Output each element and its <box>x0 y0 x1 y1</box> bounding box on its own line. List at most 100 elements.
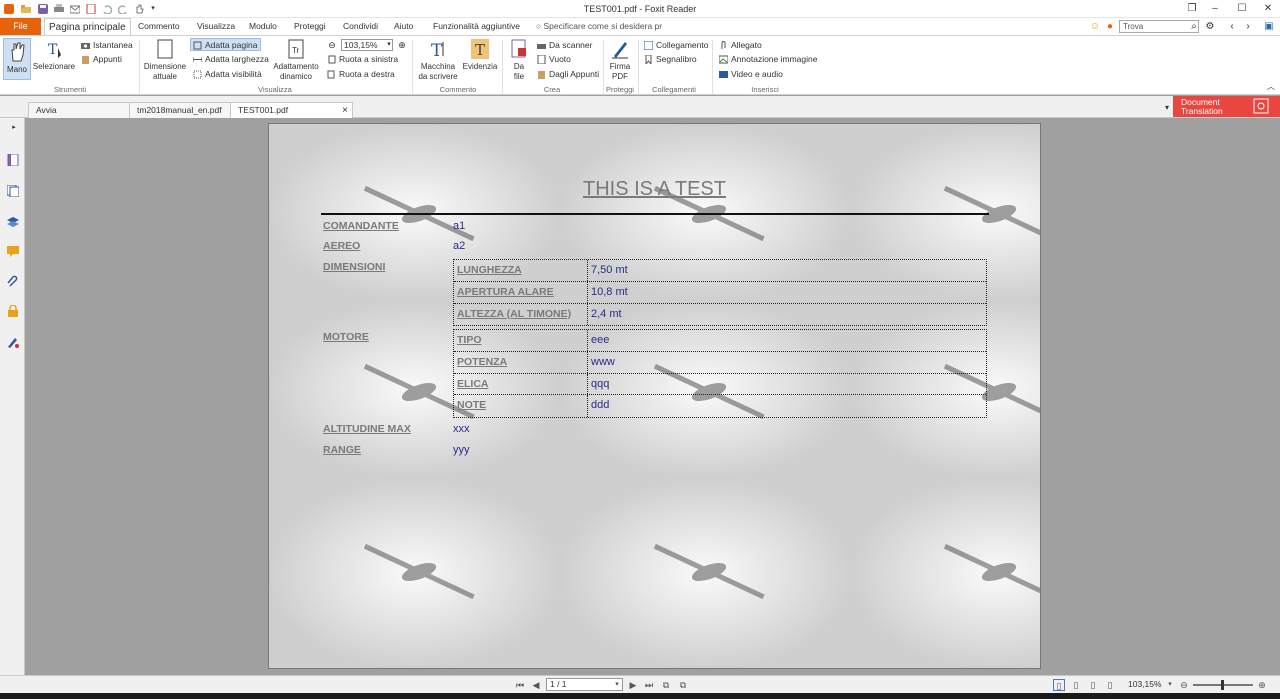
tab-aiuto[interactable]: Aiuto <box>390 18 417 35</box>
adatta-visibilita-button[interactable]: Adatta visibilità <box>193 68 262 81</box>
tab-avvia[interactable]: Avvia <box>28 102 130 118</box>
close-tab-icon[interactable]: × <box>342 103 348 118</box>
maximize-icon[interactable]: ☐ <box>1235 2 1249 16</box>
status-zoom-out-icon[interactable]: ⊖ <box>1178 679 1190 691</box>
tab-proteggi[interactable]: Proteggi <box>290 18 330 35</box>
redo-icon[interactable] <box>118 4 128 14</box>
tab-pagina-principale[interactable]: Pagina principale <box>44 18 131 36</box>
zoom-in-icon[interactable]: ⊕ <box>395 38 409 52</box>
allegato-label: Allegato <box>731 40 762 50</box>
macchina-da-scrivere-button[interactable]: T Macchina da scrivere <box>416 38 460 82</box>
zoom-out-icon[interactable]: ⊖ <box>325 38 339 52</box>
tab-modulo[interactable]: Modulo <box>245 18 281 35</box>
ruota-sinistra-button[interactable]: Ruota a sinistra <box>327 53 398 66</box>
motore-table: TIPO eee POTENZA www ELICA qqq NOTE ddd <box>453 329 987 419</box>
tab-condividi[interactable]: Condividi <box>339 18 382 35</box>
annotazione-immagine-button[interactable]: Annotazione immagine <box>719 53 817 66</box>
expand-panel-icon[interactable]: ▸ <box>7 121 21 135</box>
ruota-destra-label: Ruota a destra <box>339 69 395 79</box>
tell-me-box[interactable]: ○ Specificare come si desidera pr <box>536 20 662 33</box>
comments-panel-icon[interactable] <box>7 245 19 257</box>
selezionare-button[interactable]: T Selezionare <box>32 38 76 72</box>
da-scanner-button[interactable]: Da scanner <box>537 39 592 52</box>
previous-view-icon[interactable]: ⧉ <box>660 679 672 691</box>
file-menu[interactable]: File <box>0 18 41 35</box>
next-view-icon[interactable]: ⧉ <box>677 679 689 691</box>
appunti-button[interactable]: Appunti <box>81 53 122 66</box>
video-audio-button[interactable]: Video e audio <box>719 68 783 81</box>
first-page-icon[interactable]: ⏮ <box>514 679 526 691</box>
back-icon[interactable]: ‹ <box>1225 20 1239 34</box>
cell-lunghezza-label: LUNGHEZZA <box>454 260 588 281</box>
ribbon: Mano T Selezionare Istantanea Appunti St… <box>0 35 1280 95</box>
dimensione-attuale-button[interactable]: Dimensione attuale <box>143 38 187 82</box>
allegato-button[interactable]: Allegato <box>719 39 762 52</box>
page-dropdown-icon[interactable]: ▾ <box>611 679 623 691</box>
tab-tm2018manual[interactable]: tm2018manual_en.pdf <box>129 102 231 118</box>
save-icon[interactable] <box>38 4 48 14</box>
tab-test001[interactable]: TEST001.pdf × <box>230 102 353 118</box>
gear-icon[interactable]: ⚙ <box>1203 20 1217 34</box>
last-page-icon[interactable]: ⏭ <box>643 679 655 691</box>
hand-tool-icon[interactable] <box>134 4 144 14</box>
collapse-ribbon-icon[interactable]: ︿ <box>1264 80 1278 94</box>
status-zoom-in-icon[interactable]: ⊕ <box>1256 679 1268 691</box>
restore-icon[interactable]: ❐ <box>1185 2 1199 16</box>
forward-icon[interactable]: › <box>1241 20 1255 34</box>
tab-list-dropdown-icon[interactable]: ▾ <box>1160 101 1174 115</box>
email-icon[interactable] <box>70 4 80 14</box>
document-translation-button[interactable]: Document Translation <box>1173 96 1280 117</box>
doc-translation-line2: Translation <box>1181 106 1223 116</box>
notification-icon[interactable]: ● <box>1103 20 1117 34</box>
zoom-slider-thumb[interactable] <box>1221 680 1224 690</box>
zoom-dropdown-icon[interactable]: ▾ <box>382 38 396 52</box>
attachments-panel-icon[interactable] <box>7 275 19 287</box>
quick-access-dropdown-icon[interactable]: ▾ <box>146 2 160 16</box>
value-aereo: a2 <box>453 240 466 252</box>
dagli-appunti-button[interactable]: Dagli Appunti <box>537 68 599 81</box>
print-icon[interactable] <box>54 4 64 14</box>
layers-panel-icon[interactable] <box>7 216 19 228</box>
vuoto-button[interactable]: Vuoto <box>537 53 571 66</box>
ruota-destra-button[interactable]: Ruota a destra <box>327 68 395 81</box>
bookmark-panel-icon[interactable] <box>7 154 19 166</box>
mano-button[interactable]: Mano <box>3 38 31 80</box>
collegamento-button[interactable]: Collegamento <box>644 39 708 52</box>
tab-commento[interactable]: Commento <box>134 18 184 35</box>
evidenzia-button[interactable]: T Evidenzia <box>461 38 499 72</box>
firma-pdf-button[interactable]: Firma PDF <box>606 38 634 82</box>
open-folder-icon[interactable] <box>21 4 31 14</box>
facing-view-icon[interactable]: ▯ <box>1087 679 1099 691</box>
adattamento-dinamico-button[interactable]: Tr Adattamento dinamico <box>269 38 323 82</box>
smiley-icon[interactable]: ☺ <box>1088 20 1102 34</box>
table-row: ALTEZZA (AL TIMONE) 2,4 mt <box>454 303 986 326</box>
pages-panel-icon[interactable] <box>7 185 19 197</box>
continuous-view-icon[interactable]: ▯ <box>1070 679 1082 691</box>
previous-page-icon[interactable]: ◀ <box>530 679 542 691</box>
tab-tm2018manual-label: tm2018manual_en.pdf <box>137 105 222 115</box>
status-zoom-dropdown-icon[interactable]: ▾ <box>1164 679 1176 691</box>
group-label-proteggi: Proteggi <box>606 85 634 94</box>
attachment-icon <box>721 41 726 49</box>
segnalibro-button[interactable]: Segnalibro <box>644 53 697 66</box>
tab-funzionalita-aggiuntive[interactable]: Funzionalità aggiuntive <box>429 18 524 35</box>
next-page-icon[interactable]: ▶ <box>627 679 639 691</box>
single-page-view-icon[interactable]: ▯ <box>1053 679 1065 691</box>
adatta-pagina-button[interactable]: Adatta pagina <box>190 38 262 51</box>
undo-icon[interactable] <box>102 4 112 14</box>
adatta-larghezza-button[interactable]: Adatta larghezza <box>193 53 269 66</box>
continuous-facing-view-icon[interactable]: ▯ <box>1104 679 1116 691</box>
user-icon[interactable]: ▣ <box>1262 20 1276 34</box>
group-label-strumenti: Strumenti <box>53 85 87 94</box>
minimize-icon[interactable]: – <box>1208 2 1222 16</box>
status-zoom-level[interactable]: 103,15% <box>1128 679 1162 689</box>
tab-visualizza[interactable]: Visualizza <box>193 18 239 35</box>
istantanea-button[interactable]: Istantanea <box>81 39 133 52</box>
close-icon[interactable]: ✕ <box>1261 2 1275 16</box>
search-icon[interactable]: ⌕ <box>1187 20 1201 34</box>
security-lock-icon[interactable] <box>7 305 19 317</box>
evidenzia-label: Evidenzia <box>462 62 498 71</box>
da-file-button[interactable]: Da file <box>507 38 531 82</box>
signature-panel-icon[interactable] <box>7 336 19 348</box>
new-pdf-icon[interactable] <box>86 4 96 14</box>
